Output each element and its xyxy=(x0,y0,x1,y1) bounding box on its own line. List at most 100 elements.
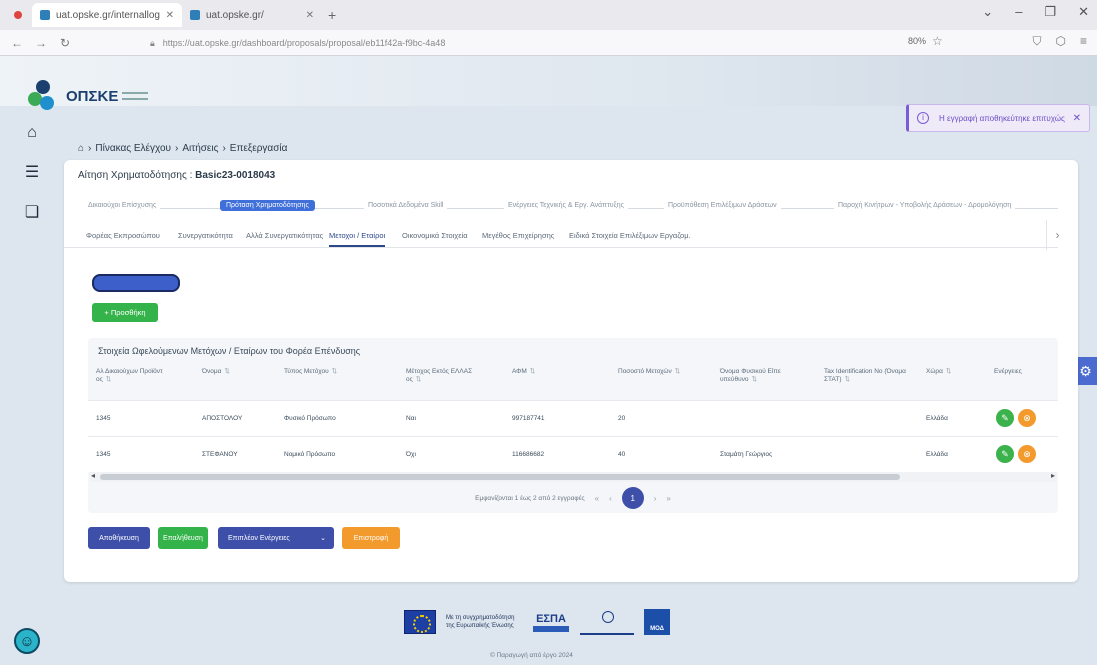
forward-arrow-icon[interactable]: → xyxy=(34,36,48,50)
column-header[interactable]: Αλ Δικαιούχων Προϊόντ ος ⇅ xyxy=(96,368,176,384)
column-header[interactable]: Μέτοχος Εκτός ΕΛΛΑΣ ος ⇅ xyxy=(406,368,486,384)
info-icon: i xyxy=(917,112,929,124)
close-tab-icon[interactable]: ✕ xyxy=(306,10,314,21)
next-page-icon[interactable]: › xyxy=(654,494,657,503)
tab-business-size[interactable]: Μεγέθος Επιχείρησης xyxy=(482,231,554,240)
table-row: 1345 ΑΠΟΣΤΟΛΟΥ Φυσικό Πρόσωπο Ναι 997187… xyxy=(88,400,1058,436)
table-row: 1345 ΣΤΕΦΑΝΟΥ Νομικό Πρόσωπο Όχι 1166866… xyxy=(88,436,1058,472)
tab-shareholders[interactable]: Μετοχοι / Εταίροι xyxy=(329,231,386,247)
cell-name: ΑΠΟΣΤΟΛΟΥ xyxy=(202,415,243,422)
cell-name: ΣΤΕΦΑΝΟΥ xyxy=(202,451,238,458)
chevron-right-icon[interactable]: › xyxy=(1046,220,1068,250)
eu-cofunding-text: Με τη συγχρηματοδότηση της Ευρωπαϊκής Έν… xyxy=(446,615,515,629)
cell-percent: 20 xyxy=(618,415,626,422)
more-actions-label: Επιπλέον Ενέργειες xyxy=(228,534,290,542)
zoom-level[interactable]: 80% xyxy=(908,36,926,46)
breadcrumb-item[interactable]: Πίνακας Ελέγχου xyxy=(95,143,171,154)
copyright-text: © Παραγωγή από έργο 2024 xyxy=(490,652,573,659)
back-button[interactable]: Επιστροφή xyxy=(342,527,400,549)
cell-percent: 40 xyxy=(618,451,626,458)
last-page-icon[interactable]: » xyxy=(666,494,670,503)
cell-type: Νομικό Πρόσωπο xyxy=(284,451,336,458)
page-title: Αίτηση Χρηματοδότησης : Basic23-0018043 xyxy=(78,170,275,181)
reload-icon[interactable]: ↻ xyxy=(58,36,72,50)
edit-pencil-icon[interactable]: ✎ xyxy=(996,409,1014,427)
close-icon[interactable]: ✕ xyxy=(1073,113,1081,124)
add-shareholder-button[interactable]: + Προσθήκη xyxy=(92,303,158,322)
scrollbar-thumb[interactable] xyxy=(100,474,900,480)
save-button[interactable]: Αποθήκευση xyxy=(88,527,150,549)
edit-pencil-icon[interactable]: ✎ xyxy=(996,445,1014,463)
cell-foreign: Ναι xyxy=(406,415,416,422)
tab-list-chevron-icon[interactable]: ⌄ xyxy=(982,4,993,20)
lock-icon: 🔒︎ xyxy=(150,37,155,48)
home-icon[interactable]: ⌂ xyxy=(22,124,42,144)
tab-title: uat.opske.gr/internallogin xyxy=(56,9,160,21)
more-actions-dropdown[interactable]: Επιπλέον Ενέργειες ⌄ xyxy=(218,527,334,549)
browser-tab[interactable]: uat.opske.gr/ ✕ xyxy=(182,3,322,27)
espa-text: ΕΣΠΑ xyxy=(536,612,566,625)
accessibility-icon[interactable]: ☺ xyxy=(14,628,40,654)
column-header[interactable]: Τύπος Μετόχου ⇅ xyxy=(284,368,337,376)
chevron-down-icon: ⌄ xyxy=(320,535,326,542)
browser-menu-icon[interactable] xyxy=(14,11,22,19)
cell-afm: 116686682 xyxy=(512,451,545,458)
column-header[interactable]: Όνομα Φυσικού Είπε υπεύθυνο ⇅ xyxy=(720,368,800,384)
step-item-active[interactable]: Πρόταση Χρηματοδότησης xyxy=(220,200,315,211)
cell-country: Ελλάδα xyxy=(926,451,948,458)
bookmark-star-icon[interactable]: ☆ xyxy=(932,34,943,48)
step-item[interactable]: Δικαιούχοι Επίσχυσης xyxy=(84,202,161,209)
back-arrow-icon[interactable]: ← xyxy=(10,36,24,50)
main-card: Αίτηση Χρηματοδότησης : Basic23-0018043 … xyxy=(64,160,1078,582)
tab-cooperation[interactable]: Συνεργατικότητα xyxy=(178,231,233,240)
first-page-icon[interactable]: « xyxy=(595,494,599,503)
home-small-icon[interactable]: ⌂ xyxy=(78,143,84,154)
page-button-current[interactable]: 1 xyxy=(621,487,644,509)
step-item[interactable]: Προϋπόθεση Επιλέξιμων Δράσεων xyxy=(664,202,781,209)
browser-tab-active[interactable]: uat.opske.gr/internallogin ✕ xyxy=(32,3,182,27)
maximize-icon[interactable]: ❐ xyxy=(1044,4,1056,20)
url-text: https://uat.opske.gr/dashboard/proposals… xyxy=(162,38,446,48)
column-header: Ενέργειες xyxy=(994,368,1022,375)
toast-message: Η εγγραφή αποθηκεύτηκε επιτυχώς xyxy=(939,113,1065,123)
tab-representative[interactable]: Φορέας Εκπροσώπου xyxy=(86,231,160,240)
delete-icon[interactable]: ⊗ xyxy=(1018,409,1036,427)
filter-list-icon[interactable]: ☰ xyxy=(22,162,42,182)
shield-icon[interactable]: ⛉ xyxy=(1032,34,1041,49)
cell-representative: Σταμάτη Γεώργιος xyxy=(720,451,773,458)
info-toast: i Η εγγραφή αποθηκεύτηκε επιτυχώς ✕ xyxy=(906,104,1090,132)
tab-other-cooperation[interactable]: Αλλά Συνεργατικότητας xyxy=(246,231,323,240)
close-window-icon[interactable]: ✕ xyxy=(1078,4,1089,20)
column-header[interactable]: Χώρα ⇅ xyxy=(926,368,951,376)
tab-financial-data[interactable]: Οικονομικά Στοιχεία xyxy=(402,231,468,240)
minimize-icon[interactable]: – xyxy=(1015,4,1022,20)
delete-icon[interactable]: ⊗ xyxy=(1018,445,1036,463)
prev-page-icon[interactable]: ‹ xyxy=(609,494,612,503)
cell-foreign: Όχι xyxy=(406,451,416,458)
step-item[interactable]: Ποσοτικά Δεδομένα Skill xyxy=(364,202,448,209)
breadcrumb-item[interactable]: Αιτήσεις xyxy=(182,143,218,154)
horizontal-scrollbar[interactable]: ◂ ▸ xyxy=(90,471,1056,482)
step-item[interactable]: Ενέργειες Τεχνικής & Εργ. Ανάπτυξης xyxy=(504,202,629,209)
extensions-icon[interactable]: ⬡ xyxy=(1056,34,1066,49)
close-tab-icon[interactable]: ✕ xyxy=(166,10,174,21)
shareholders-table-panel: Στοιχεία Ωφελούμενων Μετόχων / Εταίρων τ… xyxy=(88,338,1058,513)
column-header[interactable]: ΑΦΜ ⇅ xyxy=(512,368,535,376)
tab-eligible-employees[interactable]: Ειδικά Στοιχεία Επιλέξιμων Εργαζομ. xyxy=(569,231,691,240)
new-tab-icon[interactable]: + xyxy=(328,7,336,23)
column-header[interactable]: Tax Identification No (Όνομα ΣΤΑΤ) ⇅ xyxy=(824,368,912,384)
eu-flag-icon xyxy=(404,610,436,634)
url-bar[interactable]: 🔒︎ https://uat.opske.gr/dashboard/propos… xyxy=(150,33,950,53)
column-header[interactable]: Ποσοστό Μετοχών ⇅ xyxy=(618,368,680,376)
redacted-field xyxy=(92,274,180,292)
validate-button[interactable]: Επαλήθευση xyxy=(158,527,208,549)
column-header[interactable]: Όνομα ⇅ xyxy=(202,368,230,376)
breadcrumb-item-current: Επεξεργασία xyxy=(229,143,288,154)
documents-icon[interactable]: ❏ xyxy=(22,202,42,222)
menu-icon[interactable]: ≡ xyxy=(1080,34,1087,49)
scroll-right-icon[interactable]: ▸ xyxy=(1051,471,1055,480)
table-title: Στοιχεία Ωφελούμενων Μετόχων / Εταίρων τ… xyxy=(98,346,361,356)
tab-title: uat.opske.gr/ xyxy=(206,9,264,21)
scroll-left-icon[interactable]: ◂ xyxy=(91,471,95,480)
step-item[interactable]: Παροχή Κινήτρων - Υποβολής Δράσεων - Δρο… xyxy=(834,202,1016,209)
